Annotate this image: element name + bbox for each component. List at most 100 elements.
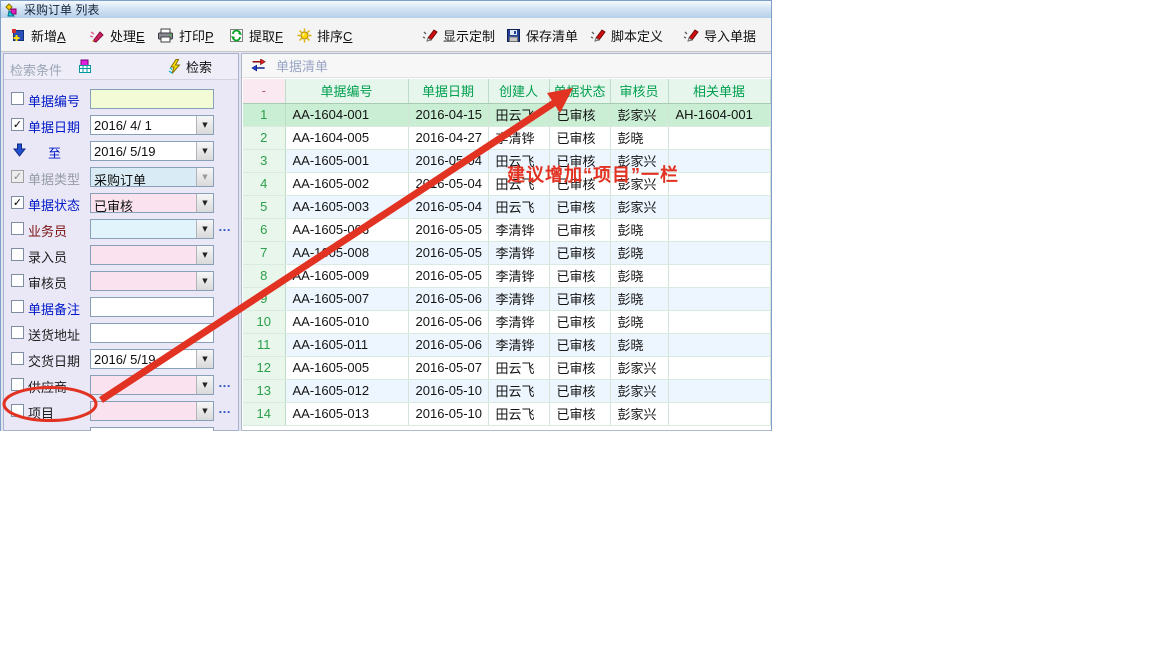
column-header-status[interactable]: 单据状态 bbox=[549, 79, 610, 103]
filter-combo-salesman[interactable]: ▼ bbox=[90, 219, 214, 239]
table-row[interactable]: 4AA-1605-0022016-05-04田云飞已审核彭家兴 bbox=[243, 172, 770, 195]
search-button[interactable]: 检索 bbox=[146, 56, 234, 77]
import-doc-button[interactable]: 导入单据 bbox=[679, 23, 760, 47]
filter-checkbox-doc-no[interactable] bbox=[11, 92, 24, 105]
column-header-creator[interactable]: 创建人 bbox=[488, 79, 549, 103]
browse-ellipsis-button-salesman[interactable]: … bbox=[218, 219, 232, 234]
table-row[interactable]: 3AA-1605-0012016-05-04田云飞已审核彭家兴 bbox=[243, 149, 770, 172]
filter-combo-value-date-to: 2016/ 5/19 bbox=[91, 142, 196, 160]
cell-status: 已审核 bbox=[549, 310, 610, 333]
column-header-related[interactable]: 相关单据 bbox=[668, 79, 770, 103]
filter-checkbox-auditor[interactable] bbox=[11, 274, 24, 287]
cell-num: 13 bbox=[243, 379, 285, 402]
cell-doc-no: AA-1605-011 bbox=[285, 333, 408, 356]
table-row[interactable]: 5AA-1605-0032016-05-04田云飞已审核彭家兴 bbox=[243, 195, 770, 218]
column-header-doc-no[interactable]: 单据编号 bbox=[285, 79, 408, 103]
combo-dropdown-icon[interactable]: ▼ bbox=[196, 246, 213, 264]
cell-auditor: 彭晓 bbox=[610, 218, 668, 241]
cell-doc-no: AA-1605-001 bbox=[285, 149, 408, 172]
search-button-label: 检索 bbox=[186, 57, 212, 76]
filter-sidebar: 检索条件 检索 单据编号✓单据日期2016/ 4/ 1▼至2016/ 5/19▼… bbox=[3, 53, 239, 431]
filter-checkbox-doc-date[interactable]: ✓ bbox=[11, 118, 24, 131]
save-list-button[interactable]: 保存清单 bbox=[502, 23, 582, 47]
filter-combo-delivery-date[interactable]: 2016/ 5/19▼ bbox=[90, 349, 214, 369]
filter-combo-doc-type[interactable]: 采购订单▼ bbox=[90, 167, 214, 187]
filter-combo-value-doc-type: 采购订单 bbox=[91, 168, 196, 186]
combo-dropdown-icon[interactable]: ▼ bbox=[196, 376, 213, 394]
cell-auditor: 彭家兴 bbox=[610, 103, 668, 126]
table-row[interactable]: 1AA-1604-0012016-04-15田云飞已审核彭家兴AH-1604-0… bbox=[243, 103, 770, 126]
combo-dropdown-icon[interactable]: ▼ bbox=[196, 402, 213, 420]
cell-creator: 田云飞 bbox=[488, 402, 549, 425]
table-row[interactable]: 8AA-1605-0092016-05-05李清铧已审核彭晓 bbox=[243, 264, 770, 287]
table-row[interactable]: 10AA-1605-0102016-05-06李清铧已审核彭晓 bbox=[243, 310, 770, 333]
combo-dropdown-icon[interactable]: ▼ bbox=[196, 168, 213, 186]
extract-button-label: 提取 bbox=[249, 29, 275, 44]
process-button[interactable]: 处理E bbox=[85, 23, 149, 47]
cell-related bbox=[668, 218, 770, 241]
cell-num: 11 bbox=[243, 333, 285, 356]
cell-auditor: 彭晓 bbox=[610, 241, 668, 264]
filter-combo-value-doc-status: 已审核 bbox=[91, 194, 196, 212]
filter-combo-date-to[interactable]: 2016/ 5/19▼ bbox=[90, 141, 214, 161]
extract-button[interactable]: 提取F bbox=[225, 23, 287, 47]
table-row[interactable]: 13AA-1605-0122016-05-10田云飞已审核彭家兴 bbox=[243, 379, 770, 402]
sort-button[interactable]: 排序C bbox=[293, 23, 356, 47]
filter-combo-auditor[interactable]: ▼ bbox=[90, 271, 214, 291]
combo-dropdown-icon[interactable]: ▼ bbox=[196, 194, 213, 212]
form-icon[interactable] bbox=[78, 59, 93, 74]
filter-combo-doc-date[interactable]: 2016/ 4/ 1▼ bbox=[90, 115, 214, 135]
combo-dropdown-icon[interactable]: ▼ bbox=[196, 220, 213, 238]
display-customize-button[interactable]: 显示定制 bbox=[418, 23, 499, 47]
cell-status: 已审核 bbox=[549, 333, 610, 356]
filter-combo-doc-status[interactable]: 已审核▼ bbox=[90, 193, 214, 213]
swap-arrows-icon[interactable] bbox=[251, 59, 267, 72]
column-header-auditor[interactable]: 审核员 bbox=[610, 79, 668, 103]
filter-checkbox-doc-status[interactable]: ✓ bbox=[11, 196, 24, 209]
column-header-rownum[interactable]: - bbox=[243, 79, 285, 103]
filter-checkbox-entry-clerk[interactable] bbox=[11, 248, 24, 261]
combo-dropdown-icon[interactable]: ▼ bbox=[196, 142, 213, 160]
filter-checkbox-project[interactable] bbox=[11, 404, 24, 417]
filter-input-doc-remark[interactable] bbox=[90, 297, 214, 317]
filter-input-doc-no[interactable] bbox=[90, 89, 214, 109]
filter-label-auditor: 审核员 bbox=[28, 273, 67, 292]
table-row[interactable]: 11AA-1605-0112016-05-06李清铧已审核彭晓 bbox=[243, 333, 770, 356]
table-row[interactable]: 6AA-1605-0062016-05-05李清铧已审核彭晓 bbox=[243, 218, 770, 241]
combo-dropdown-icon[interactable]: ▼ bbox=[196, 350, 213, 368]
filter-row-entry-clerk: 录入员▼ bbox=[4, 243, 238, 269]
filter-row-salesman: 业务员▼… bbox=[4, 217, 238, 243]
cell-doc-date: 2016-05-10 bbox=[408, 402, 488, 425]
cell-doc-date: 2016-05-06 bbox=[408, 310, 488, 333]
column-header-doc-date[interactable]: 单据日期 bbox=[408, 79, 488, 103]
filter-checkbox-supplier[interactable] bbox=[11, 378, 24, 391]
filter-checkbox-delivery-date[interactable] bbox=[11, 352, 24, 365]
filter-input-extra[interactable] bbox=[90, 427, 214, 431]
filter-checkbox-doc-type[interactable]: ✓ bbox=[11, 170, 24, 183]
script-define-button[interactable]: 脚本定义 bbox=[586, 23, 667, 47]
browse-ellipsis-button-supplier[interactable]: … bbox=[218, 375, 232, 390]
table-row[interactable]: 12AA-1605-0052016-05-07田云飞已审核彭家兴 bbox=[243, 356, 770, 379]
filter-input-delivery-address[interactable] bbox=[90, 323, 214, 343]
cell-doc-no: AA-1604-001 bbox=[285, 103, 408, 126]
cell-creator: 田云飞 bbox=[488, 103, 549, 126]
combo-dropdown-icon[interactable]: ▼ bbox=[196, 116, 213, 134]
filter-combo-project[interactable]: ▼ bbox=[90, 401, 214, 421]
table-row[interactable]: 9AA-1605-0072016-05-06李清铧已审核彭晓 bbox=[243, 287, 770, 310]
table-row[interactable]: 7AA-1605-0082016-05-05李清铧已审核彭晓 bbox=[243, 241, 770, 264]
filter-row-doc-type: ✓单据类型采购订单▼ bbox=[4, 165, 238, 191]
new-button[interactable]: 新增A bbox=[7, 23, 70, 47]
filter-checkbox-doc-remark[interactable] bbox=[11, 300, 24, 313]
browse-ellipsis-button-project[interactable]: … bbox=[218, 401, 232, 416]
filter-combo-supplier[interactable]: ▼ bbox=[90, 375, 214, 395]
table-row[interactable]: 2AA-1604-0052016-04-27李清铧已审核彭晓 bbox=[243, 126, 770, 149]
filter-header: 检索条件 检索 bbox=[4, 54, 238, 80]
filter-checkbox-salesman[interactable] bbox=[11, 222, 24, 235]
print-button[interactable]: 打印P bbox=[153, 23, 218, 47]
table-row[interactable]: 14AA-1605-0132016-05-10田云飞已审核彭家兴 bbox=[243, 402, 770, 425]
filter-combo-entry-clerk[interactable]: ▼ bbox=[90, 245, 214, 265]
cell-num: 1 bbox=[243, 103, 285, 126]
filter-checkbox-delivery-address[interactable] bbox=[11, 326, 24, 339]
combo-dropdown-icon[interactable]: ▼ bbox=[196, 272, 213, 290]
save-icon bbox=[506, 28, 521, 43]
